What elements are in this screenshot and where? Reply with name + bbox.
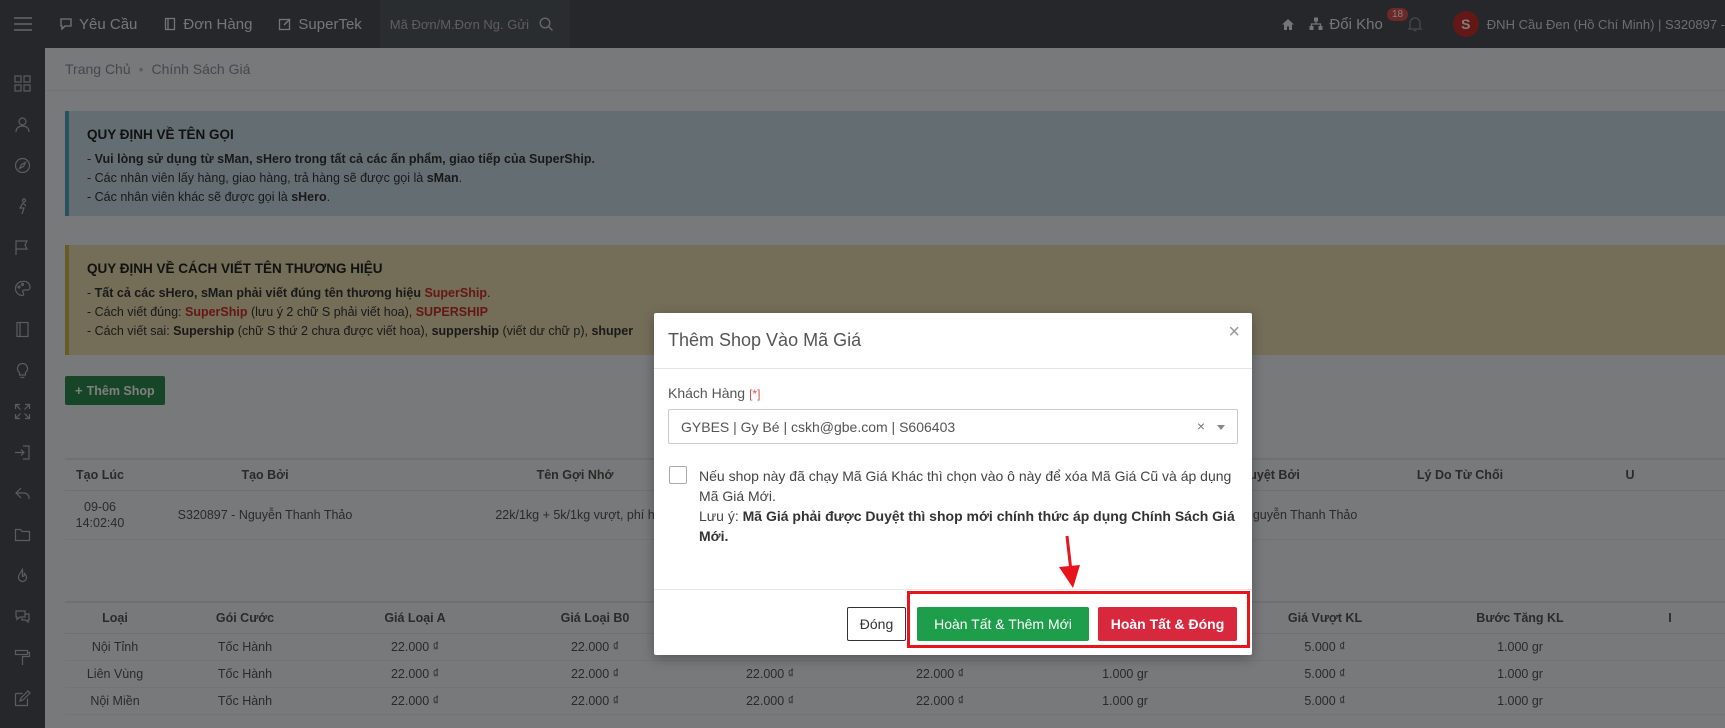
replace-price-code-option: Nếu shop này đã chạy Mã Giá Khác thì chọ…: [668, 466, 1238, 546]
note-prefix: Lưu ý:: [699, 508, 743, 524]
note-text: Mã Giá phải được Duyệt thì shop mới chín…: [699, 508, 1235, 544]
required-marker: [*]: [749, 387, 761, 401]
clear-selection-icon[interactable]: ×: [1197, 418, 1205, 434]
close-button[interactable]: Đóng: [847, 607, 906, 641]
modal-body: Khách Hàng [*] GYBES | Gy Bé | cskh@gbe.c…: [654, 369, 1252, 562]
arrow-down-icon: [1059, 535, 1080, 588]
replace-price-code-checkbox[interactable]: [669, 466, 687, 484]
highlight-box: [907, 591, 1250, 648]
modal-header: Thêm Shop Vào Mã Giá ×: [654, 313, 1252, 369]
modal-title: Thêm Shop Vào Mã Giá: [668, 330, 862, 350]
checkbox-label[interactable]: Nếu shop này đã chạy Mã Giá Khác thì chọ…: [699, 466, 1238, 506]
checkbox-description: Nếu shop này đã chạy Mã Giá Khác thì chọ…: [699, 466, 1238, 546]
customer-select[interactable]: GYBES | Gy Bé | cskh@gbe.com | S606403 ×: [668, 409, 1238, 444]
close-icon[interactable]: ×: [1228, 321, 1240, 344]
customer-label-text: Khách Hàng: [668, 385, 746, 401]
customer-label: Khách Hàng [*]: [668, 385, 1238, 401]
customer-selected-value: GYBES | Gy Bé | cskh@gbe.com | S606403: [681, 418, 956, 435]
chevron-down-icon[interactable]: [1217, 425, 1225, 430]
